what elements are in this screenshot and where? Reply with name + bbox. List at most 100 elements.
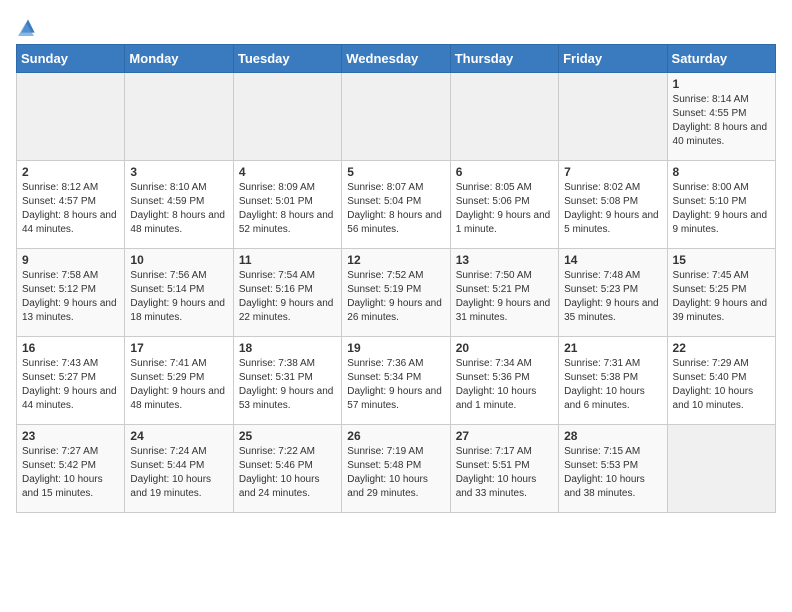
day-info: Sunrise: 7:31 AM Sunset: 5:38 PM Dayligh… <box>564 357 661 413</box>
calendar-cell: 17 Sunrise: 7:41 AM Sunset: 5:29 PM Dayli… <box>125 337 233 425</box>
day-info: Sunrise: 8:05 AM Sunset: 5:06 PM Dayligh… <box>456 181 553 237</box>
weekday-header-tuesday: Tuesday <box>233 45 341 73</box>
day-info: Sunrise: 7:50 AM Sunset: 5:21 PM Dayligh… <box>456 269 553 325</box>
day-info: Sunrise: 8:02 AM Sunset: 5:08 PM Dayligh… <box>564 181 661 237</box>
week-row-1: 1 Sunrise: 8:14 AM Sunset: 4:55 PM Daylig… <box>17 73 776 161</box>
calendar-cell: 8 Sunrise: 8:00 AM Sunset: 5:10 PM Daylig… <box>667 161 775 249</box>
day-info: Sunrise: 8:10 AM Sunset: 4:59 PM Dayligh… <box>130 181 227 237</box>
logo <box>16 16 38 36</box>
day-info: Sunrise: 7:17 AM Sunset: 5:51 PM Dayligh… <box>456 445 553 501</box>
day-info: Sunrise: 8:07 AM Sunset: 5:04 PM Dayligh… <box>347 181 444 237</box>
calendar-table: SundayMondayTuesdayWednesdayThursdayFrid… <box>16 44 776 513</box>
calendar-cell: 4 Sunrise: 8:09 AM Sunset: 5:01 PM Daylig… <box>233 161 341 249</box>
weekday-header-monday: Monday <box>125 45 233 73</box>
calendar-cell <box>17 73 125 161</box>
day-info: Sunrise: 8:14 AM Sunset: 4:55 PM Dayligh… <box>673 93 770 149</box>
day-number: 20 <box>456 341 553 355</box>
calendar-cell: 20 Sunrise: 7:34 AM Sunset: 5:36 PM Dayli… <box>450 337 558 425</box>
day-number: 9 <box>22 253 119 267</box>
calendar-cell: 1 Sunrise: 8:14 AM Sunset: 4:55 PM Daylig… <box>667 73 775 161</box>
weekday-header-wednesday: Wednesday <box>342 45 450 73</box>
day-info: Sunrise: 7:45 AM Sunset: 5:25 PM Dayligh… <box>673 269 770 325</box>
day-info: Sunrise: 7:41 AM Sunset: 5:29 PM Dayligh… <box>130 357 227 413</box>
calendar-cell <box>125 73 233 161</box>
calendar-cell: 19Sunrise: 7:36 AM Sunset: 5:34 PM Dayli… <box>342 337 450 425</box>
day-info: Sunrise: 7:22 AM Sunset: 5:46 PM Dayligh… <box>239 445 336 501</box>
calendar-cell: 6 Sunrise: 8:05 AM Sunset: 5:06 PM Daylig… <box>450 161 558 249</box>
day-number: 27 <box>456 429 553 443</box>
calendar-cell: 27 Sunrise: 7:17 AM Sunset: 5:51 PM Dayli… <box>450 425 558 513</box>
day-info: Sunrise: 7:24 AM Sunset: 5:44 PM Dayligh… <box>130 445 227 501</box>
day-number: 13 <box>456 253 553 267</box>
calendar-cell: 9 Sunrise: 7:58 AM Sunset: 5:12 PM Daylig… <box>17 249 125 337</box>
day-number: 24 <box>130 429 227 443</box>
day-number: 10 <box>130 253 227 267</box>
weekday-header-friday: Friday <box>559 45 667 73</box>
day-info: Sunrise: 7:19 AM Sunset: 5:48 PM Dayligh… <box>347 445 444 501</box>
day-number: 26 <box>347 429 444 443</box>
weekday-header-saturday: Saturday <box>667 45 775 73</box>
day-info: Sunrise: 7:54 AM Sunset: 5:16 PM Dayligh… <box>239 269 336 325</box>
calendar-cell: 10 Sunrise: 7:56 AM Sunset: 5:14 PM Dayli… <box>125 249 233 337</box>
day-info: Sunrise: 8:09 AM Sunset: 5:01 PM Dayligh… <box>239 181 336 237</box>
day-number: 1 <box>673 77 770 91</box>
calendar-cell: 22 Sunrise: 7:29 AM Sunset: 5:40 PM Dayli… <box>667 337 775 425</box>
calendar-cell: 3 Sunrise: 8:10 AM Sunset: 4:59 PM Daylig… <box>125 161 233 249</box>
weekday-header-thursday: Thursday <box>450 45 558 73</box>
day-info: Sunrise: 7:29 AM Sunset: 5:40 PM Dayligh… <box>673 357 770 413</box>
week-row-3: 9 Sunrise: 7:58 AM Sunset: 5:12 PM Daylig… <box>17 249 776 337</box>
calendar-cell: 13 Sunrise: 7:50 AM Sunset: 5:21 PM Dayli… <box>450 249 558 337</box>
day-number: 14 <box>564 253 661 267</box>
day-number: 23 <box>22 429 119 443</box>
calendar-cell: 18 Sunrise: 7:38 AM Sunset: 5:31 PM Dayli… <box>233 337 341 425</box>
calendar-cell <box>233 73 341 161</box>
day-number: 28 <box>564 429 661 443</box>
day-info: Sunrise: 7:48 AM Sunset: 5:23 PM Dayligh… <box>564 269 661 325</box>
calendar-cell: 25Sunrise: 7:22 AM Sunset: 5:46 PM Dayli… <box>233 425 341 513</box>
day-number: 8 <box>673 165 770 179</box>
calendar-cell: 5 Sunrise: 8:07 AM Sunset: 5:04 PM Daylig… <box>342 161 450 249</box>
calendar-cell: 28 Sunrise: 7:15 AM Sunset: 5:53 PM Dayli… <box>559 425 667 513</box>
day-number: 4 <box>239 165 336 179</box>
day-info: Sunrise: 8:00 AM Sunset: 5:10 PM Dayligh… <box>673 181 770 237</box>
calendar-cell: 14 Sunrise: 7:48 AM Sunset: 5:23 PM Dayli… <box>559 249 667 337</box>
day-number: 21 <box>564 341 661 355</box>
day-info: Sunrise: 7:36 AM Sunset: 5:34 PM Dayligh… <box>347 357 444 413</box>
calendar-cell: 2 Sunrise: 8:12 AM Sunset: 4:57 PM Daylig… <box>17 161 125 249</box>
day-number: 2 <box>22 165 119 179</box>
day-number: 5 <box>347 165 444 179</box>
week-row-2: 2 Sunrise: 8:12 AM Sunset: 4:57 PM Daylig… <box>17 161 776 249</box>
day-info: Sunrise: 7:27 AM Sunset: 5:42 PM Dayligh… <box>22 445 119 501</box>
day-info: Sunrise: 7:58 AM Sunset: 5:12 PM Dayligh… <box>22 269 119 325</box>
day-number: 12 <box>347 253 444 267</box>
day-info: Sunrise: 8:12 AM Sunset: 4:57 PM Dayligh… <box>22 181 119 237</box>
week-row-5: 23 Sunrise: 7:27 AM Sunset: 5:42 PM Dayli… <box>17 425 776 513</box>
weekday-header-sunday: Sunday <box>17 45 125 73</box>
day-number: 16 <box>22 341 119 355</box>
calendar-cell: 24 Sunrise: 7:24 AM Sunset: 5:44 PM Dayli… <box>125 425 233 513</box>
day-number: 22 <box>673 341 770 355</box>
calendar-cell: 21 Sunrise: 7:31 AM Sunset: 5:38 PM Dayli… <box>559 337 667 425</box>
week-row-4: 16 Sunrise: 7:43 AM Sunset: 5:27 PM Dayli… <box>17 337 776 425</box>
calendar-cell <box>342 73 450 161</box>
day-number: 6 <box>456 165 553 179</box>
calendar-cell: 7Sunrise: 8:02 AM Sunset: 5:08 PM Daylig… <box>559 161 667 249</box>
day-number: 18 <box>239 341 336 355</box>
day-info: Sunrise: 7:15 AM Sunset: 5:53 PM Dayligh… <box>564 445 661 501</box>
day-info: Sunrise: 7:43 AM Sunset: 5:27 PM Dayligh… <box>22 357 119 413</box>
day-number: 15 <box>673 253 770 267</box>
calendar-cell: 11 Sunrise: 7:54 AM Sunset: 5:16 PM Dayli… <box>233 249 341 337</box>
day-info: Sunrise: 7:56 AM Sunset: 5:14 PM Dayligh… <box>130 269 227 325</box>
day-info: Sunrise: 7:38 AM Sunset: 5:31 PM Dayligh… <box>239 357 336 413</box>
day-info: Sunrise: 7:34 AM Sunset: 5:36 PM Dayligh… <box>456 357 553 413</box>
calendar-cell <box>450 73 558 161</box>
calendar-cell <box>559 73 667 161</box>
calendar-cell: 23 Sunrise: 7:27 AM Sunset: 5:42 PM Dayli… <box>17 425 125 513</box>
calendar-cell: 26 Sunrise: 7:19 AM Sunset: 5:48 PM Dayli… <box>342 425 450 513</box>
day-number: 11 <box>239 253 336 267</box>
page-header <box>16 16 776 36</box>
day-number: 3 <box>130 165 227 179</box>
day-number: 17 <box>130 341 227 355</box>
calendar-cell <box>667 425 775 513</box>
calendar-cell: 12Sunrise: 7:52 AM Sunset: 5:19 PM Dayli… <box>342 249 450 337</box>
